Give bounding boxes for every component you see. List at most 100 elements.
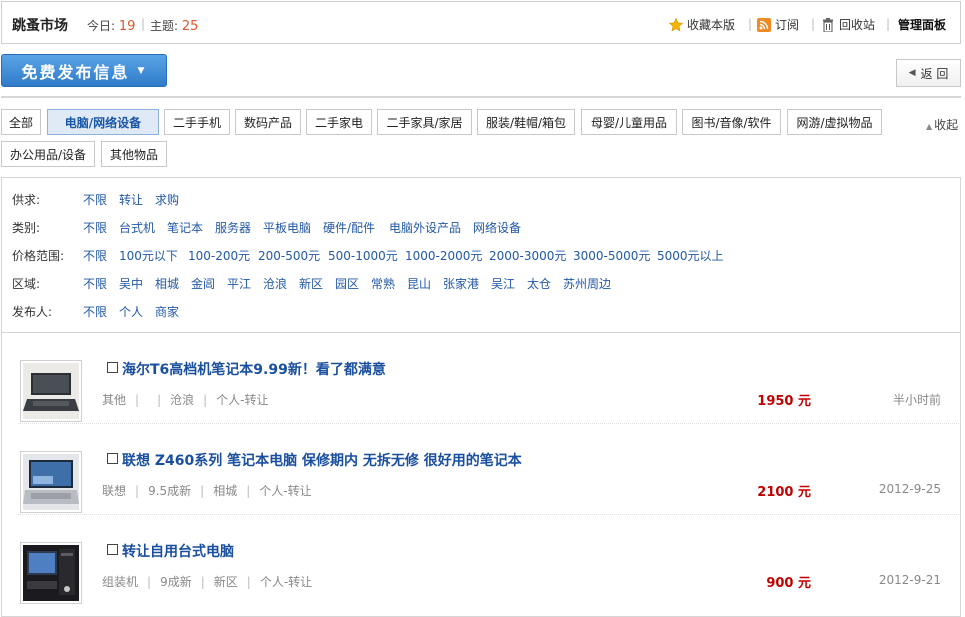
filter-option[interactable]: 新区 xyxy=(299,275,323,292)
category-tab-games[interactable]: 网游/虚拟物品 xyxy=(787,109,882,135)
listing-meta: 其他 | | 沧浪 | 个人-转让 xyxy=(102,393,269,407)
filter-option[interactable]: 商家 xyxy=(155,303,179,320)
filter-option[interactable]: 不限 xyxy=(83,247,107,264)
filter-option[interactable]: 太仓 xyxy=(527,275,551,292)
filter-option[interactable]: 求购 xyxy=(155,191,179,208)
listing-region: 相城 xyxy=(213,484,238,498)
filter-label: 价格范围: xyxy=(12,249,65,263)
divider: | xyxy=(748,17,753,31)
filter-label: 类别: xyxy=(12,221,41,235)
subscribe-label: 订阅 xyxy=(775,18,800,32)
list-item: 转让自用台式电脑 组装机 | 9成新 | 新区 | 个人-转让 900 元 2012-9-2… xyxy=(18,515,961,606)
filter-panel: 供求: 不限 转让 求购 类别: 不限 台式机 笔记本 服务器 平板电脑 硬件/… xyxy=(1,177,961,333)
filter-option[interactable]: 平板电脑 xyxy=(263,219,311,236)
recycle-label: 回收站 xyxy=(839,18,876,32)
filter-option[interactable]: 3000-5000元 xyxy=(573,247,650,264)
listing-meta: 组装机 | 9成新 | 新区 | 个人-转让 xyxy=(102,575,313,589)
filter-option[interactable]: 台式机 xyxy=(119,219,155,236)
filter-option[interactable]: 5000元以上 xyxy=(657,247,724,264)
filter-option[interactable]: 服务器 xyxy=(215,219,251,236)
filter-option[interactable]: 苏州周边 xyxy=(563,275,611,292)
listing-brand: 其他 xyxy=(102,393,127,407)
listing-meta: 联想 | 9.5成新 | 相城 | 个人-转让 xyxy=(102,484,312,498)
recycle-bin-link[interactable]: 回收站 xyxy=(821,16,875,33)
category-tab-computer[interactable]: 电脑/网络设备 xyxy=(47,109,159,135)
favorite-label: 收藏本版 xyxy=(687,18,736,32)
today-stat: 今日: 19 xyxy=(87,17,135,34)
listing-title[interactable]: 转让自用台式电脑 xyxy=(122,541,234,561)
filter-option[interactable]: 相城 xyxy=(155,275,179,292)
topics-stat: 主题: 25 xyxy=(150,17,198,34)
listing-condition: 9成新 xyxy=(160,575,192,589)
select-checkbox[interactable] xyxy=(107,453,118,464)
filter-option[interactable]: 笔记本 xyxy=(167,219,203,236)
category-tab-all[interactable]: 全部 xyxy=(1,109,41,135)
listing-title[interactable]: 联想 Z460系列 笔记本电脑 保修期内 无拆无修 很好用的笔记本 xyxy=(122,450,522,470)
category-tab-books[interactable]: 图书/音像/软件 xyxy=(682,109,781,135)
filter-option[interactable]: 100-200元 xyxy=(188,247,250,264)
filter-option[interactable]: 硬件/配件 xyxy=(323,219,375,236)
filter-option[interactable]: 个人 xyxy=(119,303,143,320)
star-icon xyxy=(668,17,684,32)
forum-header: 跳蚤市场 今日: 19 | 主题: 25 收藏本版 | 订阅 | 回收站 | 管… xyxy=(1,1,961,44)
category-tab-other[interactable]: 其他物品 xyxy=(101,141,167,167)
admin-panel-link[interactable]: 管理面板 xyxy=(898,16,946,33)
listing-time: 2012-9-21 xyxy=(878,573,941,587)
collapse-label: 收起 xyxy=(934,118,959,132)
filter-option[interactable]: 吴江 xyxy=(491,275,515,292)
listing-seller: 个人-转让 xyxy=(216,393,269,407)
filter-option[interactable]: 不限 xyxy=(83,303,107,320)
select-checkbox[interactable] xyxy=(107,362,118,373)
filter-label: 区域: xyxy=(12,277,41,291)
listing-thumbnail[interactable] xyxy=(20,360,82,422)
back-label: 返 回 xyxy=(920,66,949,81)
filter-option[interactable]: 网络设备 xyxy=(473,219,521,236)
filter-option[interactable]: 不限 xyxy=(83,219,107,236)
filter-option[interactable]: 沧浪 xyxy=(263,275,287,292)
forum-title: 跳蚤市场 xyxy=(12,18,68,34)
filter-option[interactable]: 100元以下 xyxy=(119,247,178,264)
filter-option[interactable]: 200-500元 xyxy=(258,247,320,264)
filter-option[interactable]: 昆山 xyxy=(407,275,431,292)
listing-condition: 9.5成新 xyxy=(148,484,192,498)
filter-option[interactable]: 2000-3000元 xyxy=(489,247,566,264)
listing-time: 半小时前 xyxy=(892,393,941,407)
filter-option[interactable]: 常熟 xyxy=(371,275,395,292)
category-tab-appliances[interactable]: 二手家电 xyxy=(306,109,372,135)
category-tab-baby[interactable]: 母婴/儿童用品 xyxy=(581,109,677,135)
category-tab-digital[interactable]: 数码产品 xyxy=(235,109,301,135)
divider: | xyxy=(141,17,146,31)
filter-option[interactable]: 金阊 xyxy=(191,275,215,292)
filter-option[interactable]: 500-1000元 xyxy=(328,247,398,264)
filter-option[interactable]: 1000-2000元 xyxy=(405,247,482,264)
category-tab-furniture[interactable]: 二手家具/家居 xyxy=(377,109,472,135)
filter-option[interactable]: 吴中 xyxy=(119,275,143,292)
list-item: 海尔T6高档机笔记本9.99新！看了都满意 其他 | | 沧浪 | 个人-转让 1950 … xyxy=(18,333,961,424)
category-tab-phones[interactable]: 二手手机 xyxy=(164,109,230,135)
filter-option[interactable]: 电脑外设产品 xyxy=(389,219,461,236)
select-checkbox[interactable] xyxy=(107,544,118,555)
listing-seller: 个人-转让 xyxy=(259,484,312,498)
filter-option[interactable]: 张家港 xyxy=(443,275,479,292)
listing-list: 海尔T6高档机笔记本9.99新！看了都满意 其他 | | 沧浪 | 个人-转让 1950 … xyxy=(1,333,961,617)
post-info-button[interactable]: 免费发布信息 ▼ xyxy=(1,54,167,87)
post-info-label: 免费发布信息 xyxy=(21,62,130,82)
collapse-link[interactable]: ▲ 收起 xyxy=(926,116,958,133)
subscribe-link[interactable]: 订阅 xyxy=(757,16,799,33)
favorite-board-link[interactable]: 收藏本版 xyxy=(668,16,736,33)
category-tab-clothing[interactable]: 服装/鞋帽/箱包 xyxy=(477,109,575,135)
listing-title[interactable]: 海尔T6高档机笔记本9.99新！看了都满意 xyxy=(122,359,386,379)
listing-time: 2012-9-25 xyxy=(878,482,941,496)
listing-thumbnail[interactable] xyxy=(20,451,82,513)
listing-brand: 联想 xyxy=(102,484,127,498)
triangle-up-icon: ▲ xyxy=(926,122,933,131)
filter-label: 发布人: xyxy=(12,305,53,319)
filter-option[interactable]: 转让 xyxy=(119,191,143,208)
filter-option[interactable]: 不限 xyxy=(83,191,107,208)
listing-thumbnail[interactable] xyxy=(20,542,82,604)
category-tab-office[interactable]: 办公用品/设备 xyxy=(1,141,95,167)
back-button[interactable]: ◀ 返 回 xyxy=(896,59,961,87)
filter-option[interactable]: 平江 xyxy=(227,275,251,292)
filter-option[interactable]: 园区 xyxy=(335,275,359,292)
filter-option[interactable]: 不限 xyxy=(83,275,107,292)
